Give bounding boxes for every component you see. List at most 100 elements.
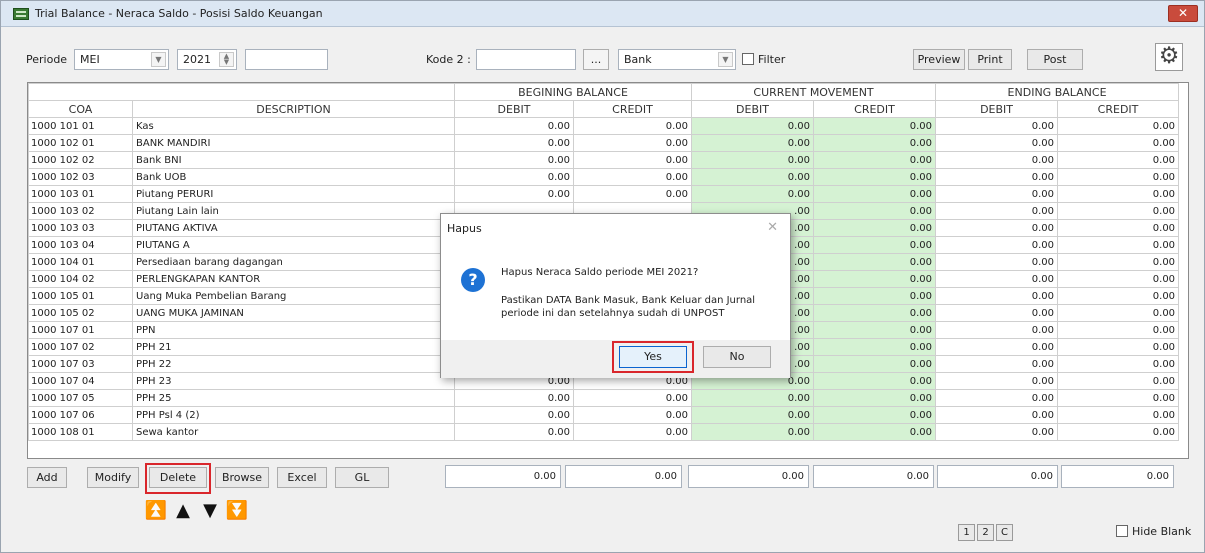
coa-cell[interactable]: 1000 107 05: [28, 389, 133, 407]
value-cell[interactable]: 0.00: [1057, 117, 1180, 135]
kode2-input[interactable]: [476, 49, 576, 70]
value-cell[interactable]: 0.00: [813, 423, 937, 441]
hide-blank-checkbox[interactable]: [1116, 525, 1128, 537]
gl-button[interactable]: GL: [335, 467, 389, 488]
value-cell[interactable]: 0.00: [454, 168, 574, 186]
value-cell[interactable]: 0.00: [454, 117, 574, 135]
value-cell[interactable]: 0.00: [813, 355, 937, 373]
chevron-down-icon[interactable]: ▼: [718, 52, 733, 67]
table-row[interactable]: 1000 102 02 Bank BNI 0.00 0.00 0.00 0.00 0.00 0…: [28, 151, 1180, 169]
value-cell[interactable]: 0.00: [813, 151, 937, 169]
value-cell[interactable]: 0.00: [1057, 338, 1180, 356]
extra-input[interactable]: [245, 49, 328, 70]
spinner-icon[interactable]: ▲ ▼: [219, 52, 234, 67]
coa-cell[interactable]: 1000 108 01: [28, 423, 133, 441]
value-cell[interactable]: 0.00: [1057, 151, 1180, 169]
value-cell[interactable]: 0.00: [691, 151, 815, 169]
value-cell[interactable]: 0.00: [813, 202, 937, 220]
value-cell[interactable]: 0.00: [935, 151, 1059, 169]
value-cell[interactable]: 0.00: [935, 321, 1059, 339]
table-row[interactable]: 1000 107 05 PPH 25 0.00 0.00 0.00 0.00 0.00 0.0…: [28, 389, 1180, 407]
description-cell[interactable]: PPH 21: [132, 338, 455, 356]
description-cell[interactable]: Uang Muka Pembelian Barang: [132, 287, 455, 305]
value-cell[interactable]: 0.00: [572, 168, 693, 186]
value-cell[interactable]: 0.00: [454, 185, 574, 203]
coa-cell[interactable]: 1000 107 04: [28, 372, 133, 390]
excel-button[interactable]: Excel: [277, 467, 327, 488]
coa-cell[interactable]: 1000 105 02: [28, 304, 133, 322]
value-cell[interactable]: 0.00: [935, 355, 1059, 373]
description-cell[interactable]: PPH 25: [132, 389, 455, 407]
value-cell[interactable]: 0.00: [1057, 406, 1180, 424]
coa-cell[interactable]: 1000 105 01: [28, 287, 133, 305]
value-cell[interactable]: 0.00: [935, 117, 1059, 135]
value-cell[interactable]: 0.00: [935, 389, 1059, 407]
value-cell[interactable]: 0.00: [454, 423, 574, 441]
year-stepper[interactable]: 2021 ▲ ▼: [177, 49, 237, 70]
column-header-debit[interactable]: DEBIT: [935, 100, 1059, 118]
value-cell[interactable]: 0.00: [1057, 253, 1180, 271]
value-cell[interactable]: 0.00: [691, 423, 815, 441]
value-cell[interactable]: 0.00: [935, 406, 1059, 424]
value-cell[interactable]: 0.00: [813, 117, 937, 135]
value-cell[interactable]: 0.00: [935, 423, 1059, 441]
description-cell[interactable]: PERLENGKAPAN KANTOR: [132, 270, 455, 288]
column-header-debit[interactable]: DEBIT: [691, 100, 815, 118]
last-record-icon[interactable]: ⏬: [225, 501, 249, 523]
value-cell[interactable]: 0.00: [813, 338, 937, 356]
page-c-button[interactable]: C: [996, 524, 1013, 541]
description-cell[interactable]: Sewa kantor: [132, 423, 455, 441]
value-cell[interactable]: 0.00: [813, 219, 937, 237]
value-cell[interactable]: 0.00: [1057, 321, 1180, 339]
column-header-credit[interactable]: CREDIT: [813, 100, 937, 118]
description-cell[interactable]: PIUTANG A: [132, 236, 455, 254]
value-cell[interactable]: 0.00: [454, 406, 574, 424]
value-cell[interactable]: 0.00: [454, 389, 574, 407]
value-cell[interactable]: 0.00: [572, 151, 693, 169]
value-cell[interactable]: 0.00: [935, 304, 1059, 322]
coa-cell[interactable]: 1000 104 02: [28, 270, 133, 288]
value-cell[interactable]: 0.00: [813, 287, 937, 305]
description-cell[interactable]: Piutang PERURI: [132, 185, 455, 203]
coa-cell[interactable]: 1000 103 04: [28, 236, 133, 254]
table-row[interactable]: 1000 108 01 Sewa kantor 0.00 0.00 0.00 0.00 0.…: [28, 423, 1180, 441]
previous-record-icon[interactable]: ▲: [171, 501, 195, 523]
filter-checkbox[interactable]: [742, 53, 754, 65]
value-cell[interactable]: 0.00: [454, 151, 574, 169]
value-cell[interactable]: 0.00: [572, 389, 693, 407]
description-cell[interactable]: Bank UOB: [132, 168, 455, 186]
value-cell[interactable]: 0.00: [572, 134, 693, 152]
coa-cell[interactable]: 1000 101 01: [28, 117, 133, 135]
value-cell[interactable]: 0.00: [1057, 236, 1180, 254]
description-cell[interactable]: PPH Psl 4 (2): [132, 406, 455, 424]
coa-cell[interactable]: 1000 103 02: [28, 202, 133, 220]
value-cell[interactable]: 0.00: [813, 304, 937, 322]
value-cell[interactable]: 0.00: [935, 134, 1059, 152]
value-cell[interactable]: 0.00: [1057, 168, 1180, 186]
preview-button[interactable]: Preview: [913, 49, 965, 70]
gear-icon[interactable]: ⚙: [1155, 43, 1183, 71]
bank-select[interactable]: Bank ▼: [618, 49, 736, 70]
coa-cell[interactable]: 1000 104 01: [28, 253, 133, 271]
no-button[interactable]: No: [703, 346, 771, 368]
value-cell[interactable]: 0.00: [813, 372, 937, 390]
description-cell[interactable]: PPH 22: [132, 355, 455, 373]
value-cell[interactable]: 0.00: [935, 185, 1059, 203]
value-cell[interactable]: 0.00: [813, 185, 937, 203]
coa-cell[interactable]: 1000 102 03: [28, 168, 133, 186]
description-cell[interactable]: Persediaan barang dagangan: [132, 253, 455, 271]
page-1-button[interactable]: 1: [958, 524, 975, 541]
value-cell[interactable]: 0.00: [691, 117, 815, 135]
value-cell[interactable]: 0.00: [935, 338, 1059, 356]
table-row[interactable]: 1000 102 01 BANK MANDIRI 0.00 0.00 0.00 0.00 0…: [28, 134, 1180, 152]
value-cell[interactable]: 0.00: [572, 117, 693, 135]
column-header-debit[interactable]: DEBIT: [454, 100, 574, 118]
value-cell[interactable]: 0.00: [1057, 287, 1180, 305]
table-row[interactable]: 1000 103 01 Piutang PERURI 0.00 0.00 0.00 0.0…: [28, 185, 1180, 203]
coa-cell[interactable]: 1000 103 03: [28, 219, 133, 237]
value-cell[interactable]: 0.00: [813, 270, 937, 288]
post-button[interactable]: Post: [1027, 49, 1083, 70]
value-cell[interactable]: 0.00: [691, 134, 815, 152]
value-cell[interactable]: 0.00: [813, 236, 937, 254]
value-cell[interactable]: 0.00: [1057, 270, 1180, 288]
